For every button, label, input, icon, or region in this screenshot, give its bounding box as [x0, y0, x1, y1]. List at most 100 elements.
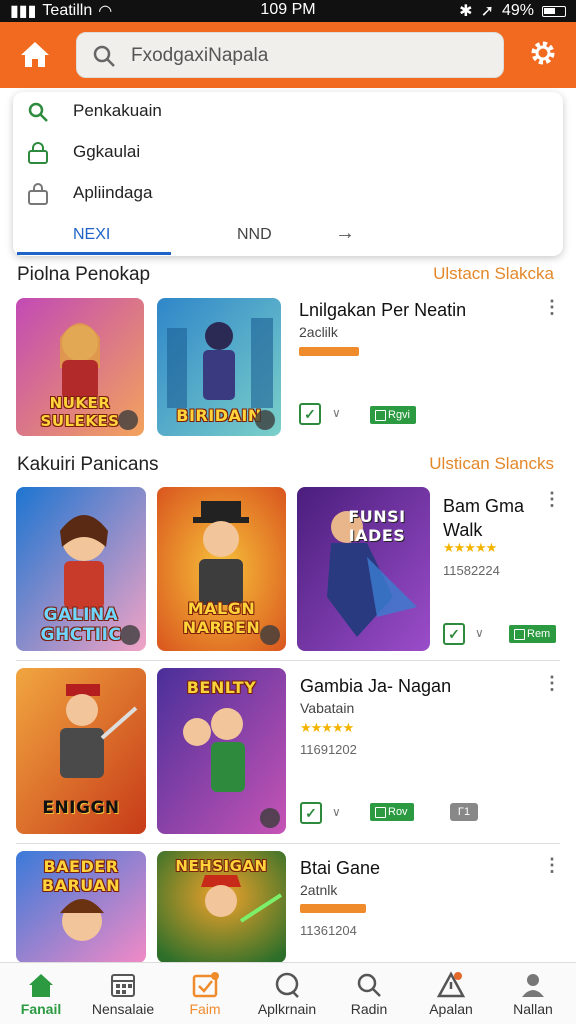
install-checkbox[interactable]: ✓: [300, 802, 322, 824]
top-bar: FxodgaxiNapala: [0, 22, 576, 88]
tab-next[interactable]: NEXI: [73, 226, 110, 244]
nav-item-apalan[interactable]: Apalan: [410, 963, 492, 1025]
install-checkbox[interactable]: ✓: [443, 623, 465, 645]
more-options-icon[interactable]: ⋮: [543, 490, 561, 508]
app-title[interactable]: Lnilgakan Per Neatin: [299, 300, 466, 321]
chevron-down-icon[interactable]: ∨: [475, 626, 484, 640]
badge-icon: [260, 808, 280, 828]
thumbnail-caption: FUNSI IADES: [348, 507, 406, 545]
more-options-icon[interactable]: ⋮: [543, 674, 561, 692]
bag-icon: [28, 183, 48, 205]
app-title-line: Walk: [443, 520, 483, 540]
app-thumbnail[interactable]: NUKER SULEKES: [16, 298, 144, 436]
nav-item-aplkrnain[interactable]: Aplkrnain: [246, 963, 328, 1025]
arrow-right-icon[interactable]: →: [335, 222, 355, 245]
badge-icon: [120, 625, 140, 645]
install-checkbox[interactable]: ✓: [299, 403, 321, 425]
tag-badge: [299, 347, 359, 356]
thumbnail-caption: BAEDER BARUAN: [41, 857, 121, 895]
tab-nnd[interactable]: NND: [237, 226, 272, 244]
home-icon: [21, 42, 49, 67]
nav-item-fanail[interactable]: Fanail: [0, 963, 82, 1025]
status-bar: ▮▮▮ Teatilln ◠ 109 PM ✱ ➚ 49%: [0, 0, 576, 22]
search-suggestions-dropdown: Penkakuain Ggkaulai Apliindaga NEXI NND …: [13, 92, 563, 256]
download-count: 11582224: [443, 563, 500, 578]
battery-percent: 49%: [501, 2, 534, 19]
bluetooth-icon: ✱: [459, 3, 473, 20]
see-all-link[interactable]: Ulstacn Slakcka: [433, 264, 554, 284]
app-subtitle: 2atnlk: [300, 882, 338, 898]
app-title[interactable]: Bam Gma Walk: [443, 494, 524, 542]
get-button[interactable]: Rem: [509, 625, 557, 643]
app-title[interactable]: Gambia Ja- Nagan: [300, 676, 451, 697]
thumbnail-caption: BENLTY: [186, 678, 257, 697]
settings-button[interactable]: [526, 36, 560, 70]
search-icon: [357, 973, 381, 997]
nav-label: Fanail: [20, 1001, 62, 1017]
suggestion-item[interactable]: Ggkaulai: [13, 133, 563, 173]
search-icon: [93, 45, 115, 67]
bottom-navigation: Fanail Nensalaie Faim Aplkrnain Radin Ap…: [0, 962, 576, 1024]
get-button[interactable]: Rov: [370, 803, 414, 821]
rating-stars: ★★★★★: [300, 720, 354, 735]
search-icon: [28, 102, 48, 122]
app-thumbnail[interactable]: NEHSIGAN: [157, 851, 286, 963]
nav-label: Nensalaie: [91, 1001, 155, 1017]
home-icon: [29, 974, 53, 997]
home-button[interactable]: [14, 34, 56, 76]
badge-icon: [260, 625, 280, 645]
active-tab-indicator: [17, 252, 171, 255]
get-button[interactable]: Rgvi: [370, 406, 417, 424]
calendar-icon: [111, 974, 135, 997]
more-options-icon[interactable]: ⋮: [543, 856, 561, 874]
app-thumbnail[interactable]: BAEDER BARUAN: [16, 851, 146, 963]
gear-icon: [531, 41, 555, 65]
lock-icon: [28, 142, 48, 164]
badge-icon: [255, 410, 275, 430]
chat-icon: [275, 972, 299, 998]
nav-item-nensalaie[interactable]: Nensalaie: [82, 963, 164, 1025]
nav-label: Radin: [350, 1001, 388, 1017]
app-title-line: Bam Gma: [443, 496, 525, 516]
alert-icon: [437, 971, 465, 998]
nav-label: Aplkrnain: [257, 1001, 317, 1017]
more-options-icon[interactable]: ⋮: [543, 298, 561, 316]
suggestion-label: Penkakuain: [73, 101, 162, 120]
app-thumbnail[interactable]: FUNSI IADES: [297, 487, 430, 651]
download-count: 11361204: [300, 923, 357, 938]
section-title: Piolna Penokap: [17, 264, 151, 285]
check-box-icon: [192, 972, 219, 998]
nav-item-nallan[interactable]: Nallan: [492, 963, 574, 1025]
app-thumbnail[interactable]: GALINA GHCTIIC: [16, 487, 146, 651]
suggestion-item[interactable]: Apliindaga: [13, 174, 563, 214]
nav-label: Faim: [189, 1001, 221, 1017]
app-thumbnail[interactable]: BIRIDAIN: [157, 298, 281, 436]
chevron-down-icon[interactable]: ∨: [332, 805, 341, 819]
app-thumbnail[interactable]: BENLTY: [157, 668, 286, 834]
chevron-down-icon[interactable]: ∨: [332, 406, 341, 420]
location-icon: ➚: [480, 3, 494, 20]
suggestion-label: Ggkaulai: [73, 142, 141, 161]
nav-label: Nallan: [513, 1001, 553, 1017]
person-icon: [522, 974, 544, 997]
tag-badge: [300, 904, 366, 913]
thumbnail-caption: NEHSIGAN: [175, 857, 268, 875]
rating-stars: ★★★★★: [443, 540, 497, 555]
app-thumbnail[interactable]: MALGN NARBEN: [157, 487, 286, 651]
app-subtitle: Vabatain: [300, 700, 355, 716]
section-title: Kakuiri Panicans: [17, 454, 159, 475]
search-value: FxodgaxiNapala: [131, 45, 269, 66]
suggestion-item[interactable]: Penkakuain: [13, 92, 563, 132]
app-title[interactable]: Btai Gane: [300, 858, 380, 879]
extra-button[interactable]: Γ1: [450, 803, 478, 821]
search-input[interactable]: FxodgaxiNapala: [76, 32, 504, 78]
nav-item-faim[interactable]: Faim: [164, 963, 246, 1025]
nav-label: Apalan: [429, 1001, 473, 1017]
nav-item-radin[interactable]: Radin: [328, 963, 410, 1025]
see-all-link[interactable]: Ulstican Slancks: [429, 454, 554, 474]
suggestion-label: Apliindaga: [73, 183, 153, 202]
divider: [16, 843, 560, 844]
app-thumbnail[interactable]: ENIGGN: [16, 668, 146, 834]
divider: [16, 660, 560, 661]
app-subtitle: 2aclilk: [299, 324, 338, 340]
